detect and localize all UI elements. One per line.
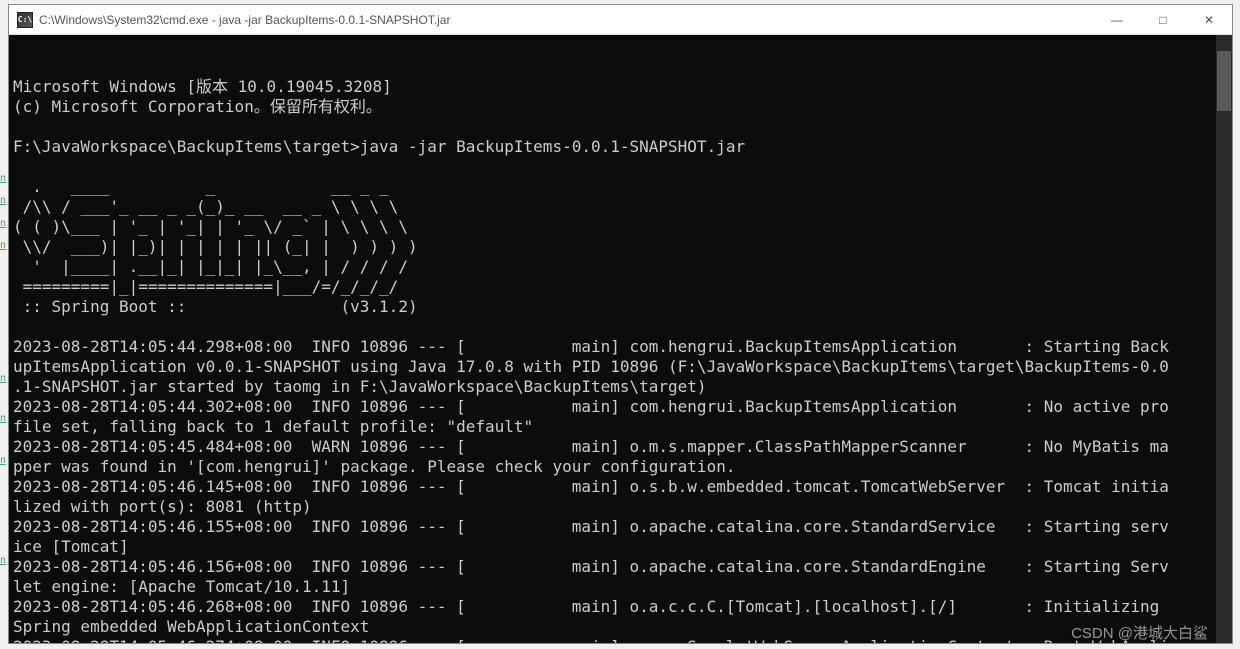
console-line: ( ( )\___ | '_ | '_| | '_ \/ _` | \ \ \ … (13, 217, 1230, 237)
console-line: 2023-08-28T14:05:46.145+08:00 INFO 10896… (13, 477, 1230, 497)
console-output[interactable]: Microsoft Windows [版本 10.0.19045.3208](c… (9, 35, 1232, 643)
console-line: 2023-08-28T14:05:44.302+08:00 INFO 10896… (13, 397, 1230, 417)
background-link-fragment: n (0, 455, 6, 466)
background-link-fragment: n (0, 195, 6, 206)
console-line: :: Spring Boot :: (v3.1.2) (13, 297, 1230, 317)
window-controls: — □ ✕ (1094, 5, 1232, 35)
background-link-fragment: n (0, 373, 6, 384)
console-line: Spring embedded WebApplicationContext (13, 617, 1230, 637)
minimize-button[interactable]: — (1094, 5, 1140, 35)
titlebar[interactable]: C:\ C:\Windows\System32\cmd.exe - java -… (9, 5, 1232, 35)
console-line: .1-SNAPSHOT.jar started by taomg in F:\J… (13, 377, 1230, 397)
console-line: =========|_|==============|___/=/_/_/_/ (13, 277, 1230, 297)
console-line (13, 317, 1230, 337)
background-link-fragment: n (0, 218, 6, 229)
scrollbar[interactable] (1216, 35, 1232, 643)
console-line: 2023-08-28T14:05:46.156+08:00 INFO 10896… (13, 557, 1230, 577)
cmd-window: C:\ C:\Windows\System32\cmd.exe - java -… (8, 4, 1233, 644)
console-line: Microsoft Windows [版本 10.0.19045.3208] (13, 77, 1230, 97)
console-line: 2023-08-28T14:05:45.484+08:00 WARN 10896… (13, 437, 1230, 457)
maximize-button[interactable]: □ (1140, 5, 1186, 35)
background-link-fragment: n (0, 173, 6, 184)
console-line: ' |____| .__|_| |_|_| |_\__, | / / / / (13, 257, 1230, 277)
console-line: (c) Microsoft Corporation。保留所有权利。 (13, 97, 1230, 117)
close-button[interactable]: ✕ (1186, 5, 1232, 35)
console-line: ice [Tomcat] (13, 537, 1230, 557)
cmd-icon: C:\ (17, 12, 33, 28)
console-line: 2023-08-28T14:05:46.274+08:00 INFO 10896… (13, 637, 1230, 643)
console-line: upItemsApplication v0.0.1-SNAPSHOT using… (13, 357, 1230, 377)
console-line (13, 117, 1230, 137)
console-line: . ____ _ __ _ _ (13, 177, 1230, 197)
console-line: pper was found in '[com.hengrui]' packag… (13, 457, 1230, 477)
console-line: 2023-08-28T14:05:46.155+08:00 INFO 10896… (13, 517, 1230, 537)
window-title: C:\Windows\System32\cmd.exe - java -jar … (39, 13, 1094, 27)
console-line: 2023-08-28T14:05:44.298+08:00 INFO 10896… (13, 337, 1230, 357)
console-line: let engine: [Apache Tomcat/10.1.11] (13, 577, 1230, 597)
console-line: 2023-08-28T14:05:46.268+08:00 INFO 10896… (13, 597, 1230, 617)
console-line: lized with port(s): 8081 (http) (13, 497, 1230, 517)
console-line: \\/ ___)| |_)| | | | | || (_| | ) ) ) ) (13, 237, 1230, 257)
console-line: /\\ / ___'_ __ _ _(_)_ __ __ _ \ \ \ \ (13, 197, 1230, 217)
console-line: F:\JavaWorkspace\BackupItems\target>java… (13, 137, 1230, 157)
background-link-fragment: n (0, 413, 6, 424)
scrollbar-thumb[interactable] (1217, 51, 1231, 111)
console-line: file set, falling back to 1 default prof… (13, 417, 1230, 437)
background-link-fragment: n (0, 240, 6, 251)
console-line (13, 157, 1230, 177)
watermark: CSDN @港城大白鲨 (1071, 622, 1208, 643)
background-link-fragment: n (0, 555, 6, 566)
